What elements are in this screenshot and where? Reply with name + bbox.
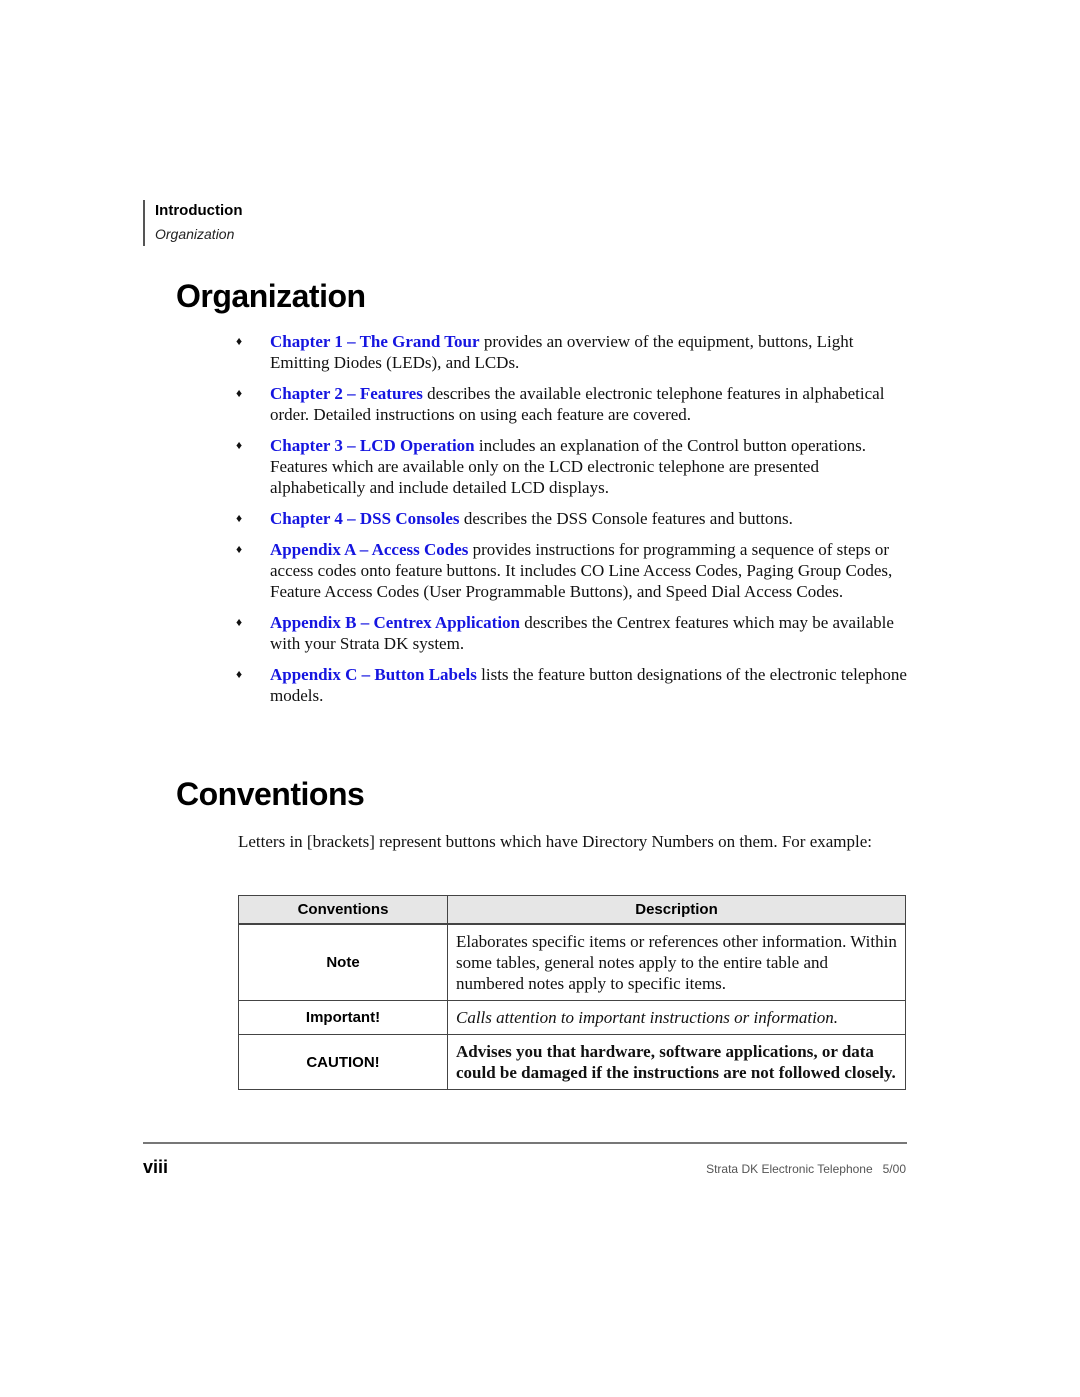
list-item: ♦ Appendix A – Access Codes provides ins…: [236, 539, 908, 602]
appendix-b-link[interactable]: Appendix B – Centrex Application: [270, 613, 520, 632]
list-item-text: describes the DSS Console features and b…: [459, 509, 793, 528]
convention-caution: CAUTION!: [238, 1034, 448, 1090]
description-note: Elaborates specific items or references …: [447, 923, 906, 1001]
diamond-bullet-icon: ♦: [236, 386, 243, 400]
chapter-3-link[interactable]: Chapter 3 – LCD Operation: [270, 436, 475, 455]
chapter-1-link[interactable]: Chapter 1 – The Grand Tour: [270, 332, 480, 351]
conventions-intro: Letters in [brackets] represent buttons …: [238, 832, 872, 851]
table-row: Important! Calls attention to important …: [238, 1000, 906, 1035]
footer-title: Strata DK Electronic Telephone 5/00: [706, 1162, 906, 1176]
column-header-description: Description: [447, 895, 906, 925]
conventions-heading: Conventions: [176, 776, 365, 812]
running-header-section: Organization: [155, 226, 235, 242]
table-header-row: Conventions Description: [238, 895, 906, 925]
column-header-conventions: Conventions: [238, 895, 448, 925]
page-number: viii: [143, 1157, 169, 1177]
organization-list: ♦ Chapter 1 – The Grand Tour provides an…: [236, 331, 908, 716]
appendix-a-link[interactable]: Appendix A – Access Codes: [270, 540, 468, 559]
chapter-2-link[interactable]: Chapter 2 – Features: [270, 384, 423, 403]
diamond-bullet-icon: ♦: [236, 511, 243, 525]
description-caution: Advises you that hardware, software appl…: [447, 1034, 906, 1090]
chapter-4-link[interactable]: Chapter 4 – DSS Consoles: [270, 509, 460, 528]
convention-important: Important!: [238, 1000, 448, 1035]
convention-note: Note: [238, 923, 448, 1001]
list-item: ♦ Chapter 4 – DSS Consoles describes the…: [236, 508, 908, 529]
organization-heading: Organization: [176, 278, 366, 314]
conventions-table: Conventions Description Note Elaborates …: [238, 895, 906, 1090]
appendix-c-link[interactable]: Appendix C – Button Labels: [270, 665, 477, 684]
running-header-chapter: Introduction: [155, 202, 243, 219]
table-row: Note Elaborates specific items or refere…: [238, 923, 906, 1001]
list-item: ♦ Chapter 2 – Features describes the ava…: [236, 383, 908, 425]
diamond-bullet-icon: ♦: [236, 667, 243, 681]
footer-divider: [143, 1142, 907, 1144]
table-row: CAUTION! Advises you that hardware, soft…: [238, 1034, 906, 1090]
diamond-bullet-icon: ♦: [236, 615, 243, 629]
list-item: ♦ Chapter 3 – LCD Operation includes an …: [236, 435, 908, 498]
list-item: ♦ Appendix B – Centrex Application descr…: [236, 612, 908, 654]
list-item: ♦ Appendix C – Button Labels lists the f…: [236, 664, 908, 706]
diamond-bullet-icon: ♦: [236, 542, 243, 556]
description-important: Calls attention to important instruction…: [447, 1000, 906, 1035]
list-item: ♦ Chapter 1 – The Grand Tour provides an…: [236, 331, 908, 373]
diamond-bullet-icon: ♦: [236, 438, 243, 452]
diamond-bullet-icon: ♦: [236, 334, 243, 348]
running-header: Introduction Organization: [143, 200, 242, 246]
